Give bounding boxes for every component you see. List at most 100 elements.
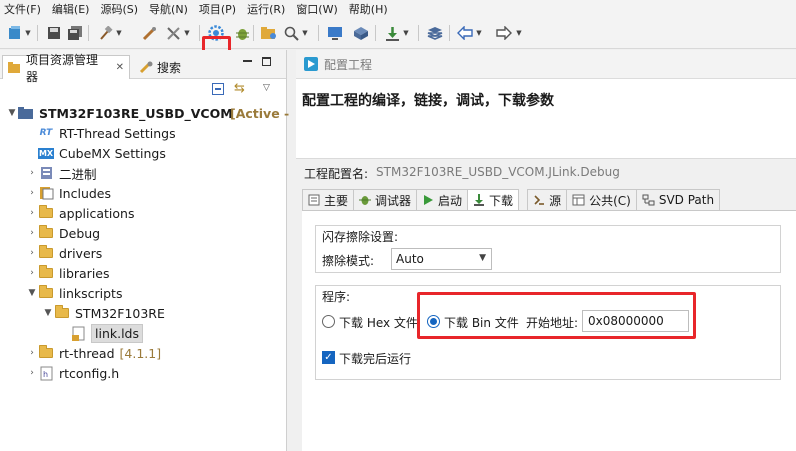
includes-icon (38, 186, 54, 200)
project-tree: ▼ STM32F103RE_USBD_VCOM [Active - RT RT-… (0, 103, 290, 383)
download-icon[interactable] (383, 24, 401, 42)
collapse-arrow-icon[interactable]: › (26, 248, 38, 258)
tools-icon[interactable] (164, 24, 182, 42)
menu-source[interactable]: 源码(S) (100, 1, 138, 17)
save-all-icon[interactable] (66, 24, 84, 42)
back-arrow-icon[interactable] (456, 24, 474, 42)
collapse-arrow-icon[interactable]: › (26, 228, 38, 238)
tree-item-linkscripts[interactable]: ▼ linkscripts (0, 283, 287, 303)
build-hammer-icon[interactable] (96, 24, 114, 42)
tree-item-rt-thread[interactable]: › rt-thread [4.1.1] (0, 343, 287, 363)
build-dropdown-icon[interactable]: ▼ (114, 24, 124, 42)
panel-banner: 配置工程的编译，链接，调试，下载参数 (296, 79, 796, 149)
tree-item-project[interactable]: ▼ STM32F103RE_USBD_VCOM [Active - (0, 103, 290, 123)
new-dropdown-icon[interactable]: ▼ (23, 24, 33, 42)
folder-icon (38, 345, 54, 360)
clean-icon[interactable] (140, 24, 158, 42)
file-icon (70, 326, 86, 341)
debugger-tab-icon (359, 196, 372, 205)
tree-item-applications[interactable]: › applications (0, 203, 287, 223)
config-name-value: STM32F103RE_USBD_VCOM.JLink.Debug (376, 165, 620, 179)
menu-run[interactable]: 运行(R) (247, 1, 285, 17)
menu-navigate[interactable]: 导航(N) (149, 1, 188, 17)
main-tab-icon (308, 194, 320, 206)
tree-item-drivers[interactable]: › drivers (0, 243, 287, 263)
monitor-icon[interactable] (326, 24, 344, 42)
tree-item-stm32f103re[interactable]: ▼ STM32F103RE (0, 303, 287, 323)
tree-item-libraries[interactable]: › libraries (0, 263, 287, 283)
left-tab-bar: 项目资源管理器 ✕ 搜索 (0, 50, 286, 84)
tab-download[interactable]: 下载 (468, 189, 520, 211)
configure-project-icon (304, 57, 318, 71)
debug-bug-icon[interactable] (233, 24, 251, 42)
layers-icon[interactable] (426, 24, 444, 42)
project-icon (18, 106, 34, 120)
tab-project-explorer[interactable]: 项目资源管理器 ✕ (2, 53, 130, 84)
folder-icon (38, 225, 54, 240)
menu-file[interactable]: 文件(F) (4, 1, 41, 17)
collapse-arrow-icon[interactable]: › (26, 368, 38, 378)
link-editor-icon[interactable]: ⇆ (234, 81, 245, 96)
collapse-arrow-icon[interactable]: › (26, 348, 38, 358)
svg-text:h: h (43, 370, 48, 379)
download-dropdown-icon[interactable]: ▼ (401, 24, 411, 42)
tab-debugger[interactable]: 调试器 (354, 189, 418, 211)
tab-main[interactable]: 主要 (302, 189, 355, 211)
tree-item-cubemx-settings[interactable]: MX CubeMX Settings (0, 143, 287, 163)
menu-bar: 文件(F) 编辑(E) 源码(S) 导航(N) 项目(P) 运行(R) 窗口(W… (0, 0, 796, 17)
tab-source[interactable]: 源 (527, 189, 568, 211)
collapse-arrow-icon[interactable]: › (26, 168, 38, 178)
toolbar: ▼ ▼ ▼ ▼ ▼ ▼ ▼ (0, 17, 796, 64)
tree-item-rt-thread-settings[interactable]: RT RT-Thread Settings (0, 123, 287, 143)
header-file-icon: h (38, 366, 54, 380)
menu-edit[interactable]: 编辑(E) (52, 1, 90, 17)
tree-item-debug[interactable]: › Debug (0, 223, 287, 243)
menu-project[interactable]: 项目(P) (199, 1, 236, 17)
close-icon[interactable]: ✕ (116, 62, 124, 73)
view-menu-icon[interactable]: ▽ (263, 83, 270, 93)
forward-dropdown-icon[interactable]: ▼ (514, 24, 524, 42)
collapse-arrow-icon[interactable]: › (26, 188, 38, 198)
tree-item-includes[interactable]: › Includes (0, 183, 287, 203)
collapse-arrow-icon[interactable]: › (26, 268, 38, 278)
cubemx-icon: MX (37, 147, 55, 159)
expand-arrow-icon[interactable]: ▼ (26, 288, 38, 298)
folder-icon (38, 265, 54, 280)
package-icon[interactable] (352, 24, 370, 42)
search-dropdown-icon[interactable]: ▼ (300, 24, 310, 42)
save-icon[interactable] (45, 24, 63, 42)
configure-project-panel: 配置工程 配置工程的编译，链接，调试，下载参数 工程配置名: STM32F103… (296, 50, 796, 451)
folder-icon (38, 245, 54, 260)
folder-open-icon (38, 285, 54, 300)
minimize-icon[interactable] (243, 60, 252, 62)
rt-thread-icon: RT (39, 128, 53, 138)
tree-item-binaries[interactable]: › 二进制 (0, 163, 287, 183)
run-after-download-checkbox[interactable]: ✓ (322, 351, 335, 364)
menu-help[interactable]: 帮助(H) (349, 1, 388, 17)
expand-arrow-icon[interactable]: ▼ (42, 308, 54, 318)
menu-window[interactable]: 窗口(W) (296, 1, 337, 17)
hex-file-radio[interactable] (322, 315, 335, 328)
tools-dropdown-icon[interactable]: ▼ (182, 24, 192, 42)
tree-item-link-lds[interactable]: link.lds (0, 323, 287, 343)
maximize-icon[interactable] (262, 57, 271, 66)
tab-svd-path[interactable]: SVD Path (636, 189, 721, 211)
tree-item-rtconfig-h[interactable]: › h rtconfig.h (0, 363, 287, 383)
back-dropdown-icon[interactable]: ▼ (474, 24, 484, 42)
flash-erase-group: 闪存擦除设置: 擦除模式: Auto ▼ (315, 225, 781, 273)
search-icon[interactable] (282, 24, 300, 42)
svd-path-tab-icon (642, 194, 655, 206)
open-folder-icon[interactable] (260, 24, 278, 42)
folder-icon (38, 205, 54, 220)
expand-arrow-icon[interactable]: ▼ (6, 108, 18, 118)
collapse-all-icon[interactable] (212, 83, 224, 95)
config-tabs: 主要 调试器 启动 下载 源 公共(C) SVD Path (302, 189, 721, 211)
new-icon[interactable] (6, 24, 24, 42)
tab-common[interactable]: 公共(C) (567, 189, 637, 211)
collapse-arrow-icon[interactable]: › (26, 208, 38, 218)
erase-mode-select[interactable]: Auto ▼ (391, 248, 492, 270)
forward-arrow-icon[interactable] (495, 24, 513, 42)
tab-search[interactable]: 搜索 (134, 55, 186, 79)
tab-startup[interactable]: 启动 (417, 189, 469, 211)
download-tab-icon (474, 194, 485, 206)
